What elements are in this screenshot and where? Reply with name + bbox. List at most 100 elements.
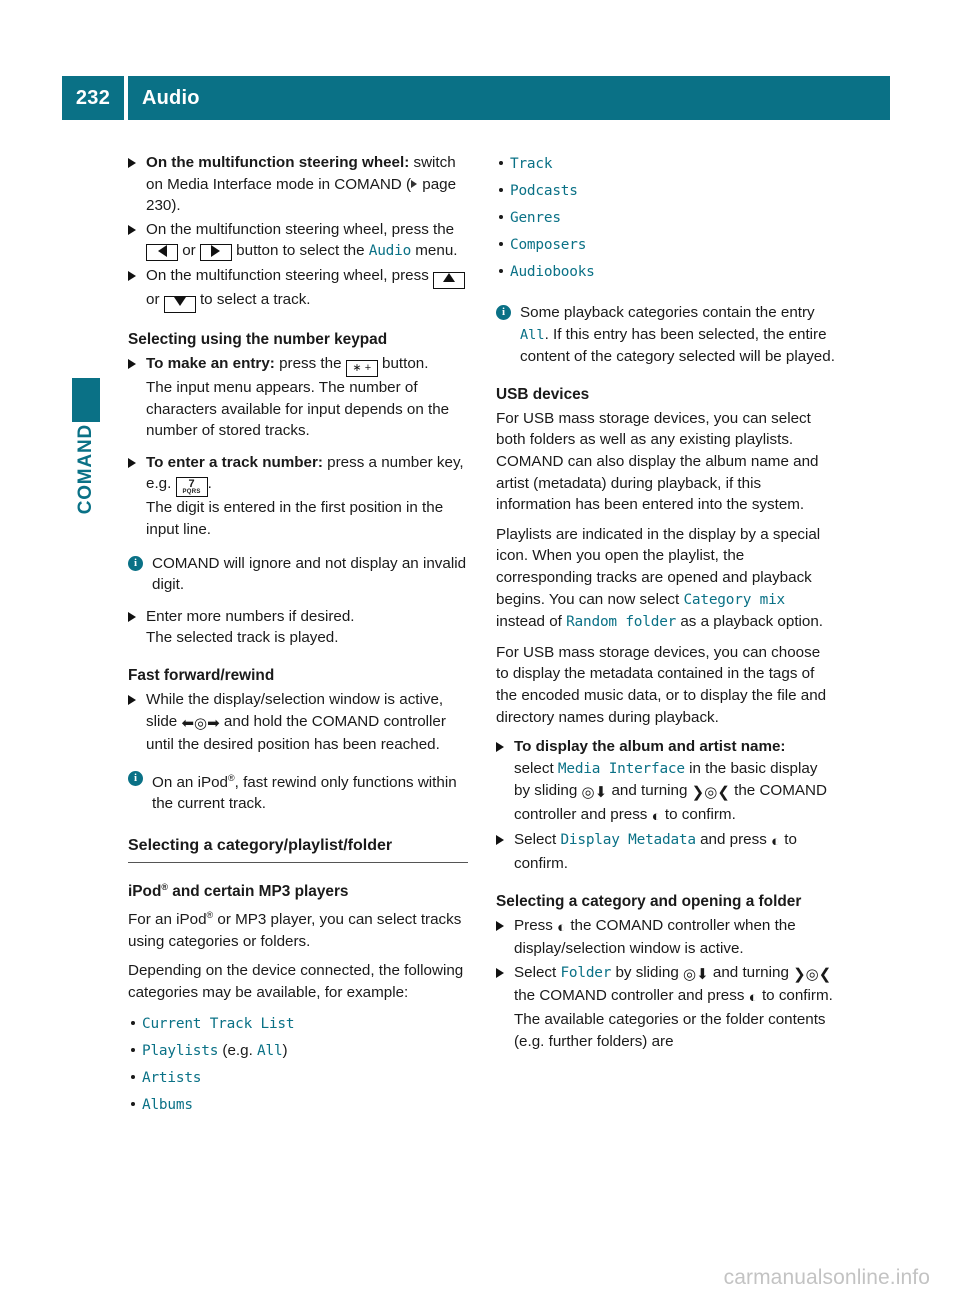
bullet-icon — [499, 269, 503, 273]
bullet-icon — [131, 1074, 135, 1079]
heading-fast-forward: Fast forward/rewind — [128, 666, 275, 684]
step-track-number: To enter a track number: press a number … — [128, 452, 468, 541]
menu-item-display-metadata: Display Metadata — [560, 832, 696, 849]
step-triangle-icon — [128, 224, 136, 235]
key-letters: PQRS — [182, 489, 201, 496]
step-triangle-icon — [128, 158, 136, 168]
key-digit: 7 — [188, 478, 195, 491]
heading-usb-devices: USB devices — [496, 385, 590, 403]
site-watermark: carmanualsonline.info — [723, 1266, 930, 1289]
right-arrow-button — [199, 244, 232, 262]
step-mfsw-switch: On the multifunction steering wheel: swi… — [128, 152, 468, 217]
paragraph-text: For an iPod — [128, 911, 207, 929]
paragraph-usb-2: Playlists are indicated in the display b… — [496, 524, 836, 634]
registered-mark: ® — [161, 881, 168, 892]
info-icon: i — [128, 555, 143, 571]
list-item: Artists — [131, 1066, 468, 1090]
left-column: On the multifunction steering wheel: swi… — [128, 152, 468, 1120]
bullet-icon — [499, 215, 503, 219]
step-text: button to select the — [231, 242, 369, 260]
up-arrow-button — [433, 271, 466, 289]
step-mfsw-select-menu: On the multifunction steering wheel, pre… — [128, 219, 468, 263]
page-header: 232 Audio — [62, 76, 890, 120]
step-text: or — [178, 242, 200, 260]
registered-mark: ® — [228, 772, 235, 783]
info-icon: i — [496, 305, 511, 320]
chapter-tab-text: COMAND — [75, 424, 96, 515]
list-item: Podcasts — [499, 179, 836, 203]
star-plus-button: ∗ + — [345, 359, 378, 377]
step-text: Select — [514, 963, 561, 981]
step-text: On the multifunction steering wheel, pre… — [146, 266, 434, 284]
step-text: to confirm. — [757, 987, 833, 1005]
step-select-folder: Select Folder by sliding ◎⬇ and turning … — [496, 962, 836, 1052]
step-text: Enter more numbers if desired. — [146, 607, 355, 625]
reference-triangle-icon — [411, 179, 418, 188]
list-item: Audiobooks — [499, 260, 836, 284]
press-controller-icon: ◐ — [771, 833, 781, 851]
step-text: by sliding — [611, 963, 683, 981]
chapter-tab-marker — [72, 378, 100, 422]
step-triangle-icon — [128, 457, 136, 468]
down-arrow-icon — [173, 296, 186, 306]
category-name: Artists — [142, 1069, 202, 1086]
note-all-entry: i Some playback categories contain the e… — [496, 302, 836, 368]
heading-text: iPod — [128, 883, 162, 901]
step-text: and press — [695, 831, 772, 849]
category-name: Track — [510, 156, 553, 172]
category-name: Audiobooks — [510, 264, 595, 280]
bullet-icon — [499, 188, 503, 192]
step-text: the COMAND controller and press — [514, 987, 749, 1005]
menu-item-media-interface: Media Interface — [557, 760, 685, 777]
step-text: or — [146, 290, 164, 308]
step-text: and turning — [607, 782, 692, 800]
category-name: Genres — [510, 210, 561, 226]
heading-ipod-mp3: iPod® and certain MP3 players — [128, 877, 468, 902]
step-triangle-icon — [128, 611, 136, 622]
step-text: select — [514, 759, 558, 777]
step-text: press the — [274, 354, 346, 372]
menu-item-audio: Audio — [368, 243, 412, 260]
category-name: Composers — [510, 237, 587, 253]
step-text: button. — [377, 354, 429, 372]
right-column: Track Podcasts Genres Composers Audioboo… — [496, 152, 836, 1054]
page-number: 232 — [62, 76, 124, 120]
note-text: Some playback categories contain the ent… — [520, 304, 815, 321]
note-invalid-digit: i COMAND will ignore and not display an … — [128, 553, 468, 596]
step-lead: To display the album and artist name: — [514, 738, 786, 756]
paragraph-ipod: For an iPod® or MP3 player, you can sele… — [128, 905, 468, 952]
step-press-controller: Press ◐ the COMAND controller when the d… — [496, 915, 836, 960]
bullet-icon — [131, 1101, 135, 1106]
list-item: Playlists (e.g. All) — [131, 1039, 468, 1063]
step-text: Press — [514, 916, 558, 934]
paragraph-depending: Depending on the device connected, the f… — [128, 962, 464, 1001]
slide-down-controller-icon: ◎⬇ — [683, 965, 709, 983]
bullet-icon — [131, 1047, 135, 1052]
turn-controller-icon: ❯◎❮ — [691, 784, 730, 802]
step-triangle-icon — [496, 835, 504, 846]
page-title: Audio — [128, 76, 890, 120]
press-controller-icon: ◐ — [651, 807, 661, 825]
menu-item-random-folder: Random folder — [566, 614, 677, 631]
step-lead: To make an entry: — [146, 354, 275, 372]
paragraph-text: instead of — [496, 613, 567, 631]
step-triangle-icon — [128, 358, 136, 369]
heading-select-category: Selecting a category/playlist/folder — [128, 835, 468, 863]
info-icon: i — [128, 770, 143, 786]
slide-left-right-controller-icon: ⬅◎➡ — [181, 714, 220, 732]
step-followup: The selected track is played. — [146, 629, 339, 647]
menu-item-folder: Folder — [560, 964, 612, 981]
down-arrow-button — [163, 295, 196, 313]
category-suffix2: ) — [282, 1041, 288, 1059]
list-item: Albums — [131, 1093, 468, 1117]
category-name: Current Track List — [142, 1015, 295, 1032]
number-key-7-button: 7 PQRS — [175, 477, 208, 498]
step-triangle-icon — [496, 920, 504, 931]
step-triangle-icon — [496, 967, 504, 978]
press-controller-icon: ◐ — [557, 918, 567, 936]
step-followup: The digit is entered in the first positi… — [146, 499, 444, 538]
list-item: Genres — [499, 206, 836, 230]
bullet-icon — [131, 1020, 135, 1025]
heading-number-keypad: Selecting using the number keypad — [128, 330, 388, 348]
step-triangle-icon — [128, 694, 136, 705]
